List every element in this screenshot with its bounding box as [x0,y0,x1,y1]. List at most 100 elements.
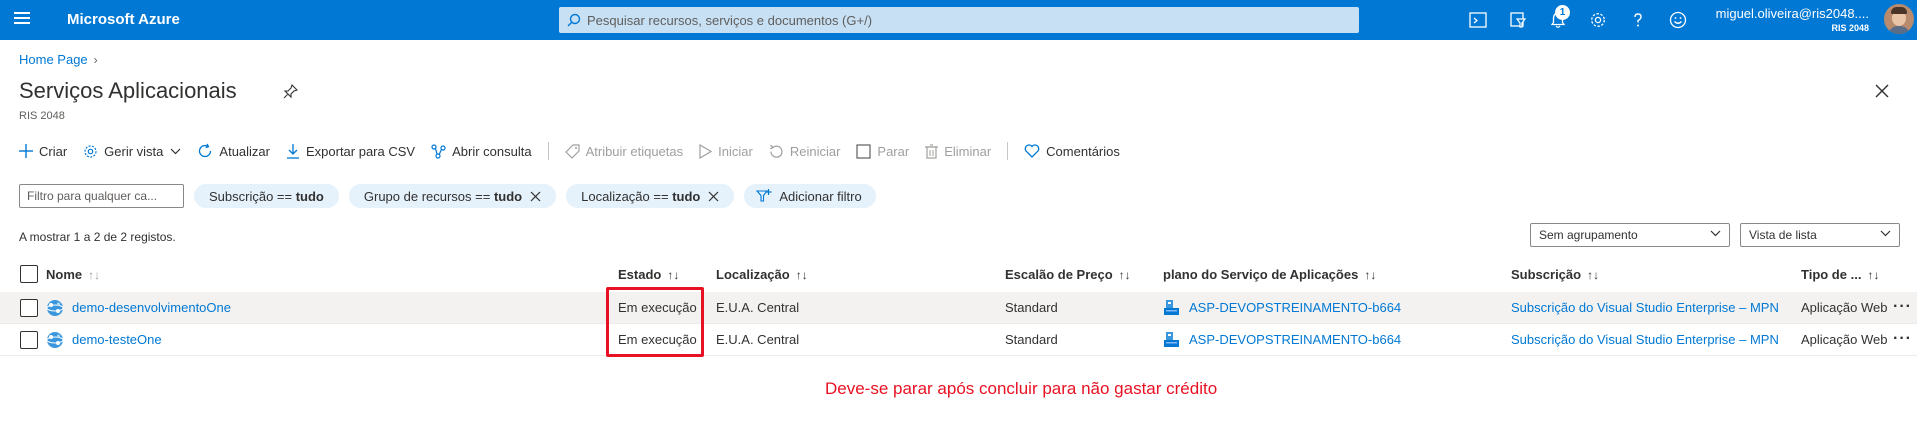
add-filter-button[interactable]: Adicionar filtro [744,184,876,208]
refresh-button[interactable]: Atualizar [197,143,270,159]
restart-button[interactable]: Reiniciar [769,144,840,159]
feedback-label: Comentários [1046,143,1120,159]
app-service-icon [46,300,64,316]
resource-group-filter-pill[interactable]: Grupo de recursos == tudo [348,184,557,208]
restart-icon [769,144,783,158]
stop-icon [856,143,872,159]
app-service-icon [46,332,64,348]
subscription-filter-label: Subscrição == [209,188,296,204]
feedback-button[interactable]: Comentários [1024,144,1120,159]
filter-bar: Subscrição == tudo Grupo de recursos == … [19,184,886,208]
remove-filter-icon[interactable] [708,191,719,202]
sort-icon: ↑↓ [1587,268,1600,282]
row-pricing-tier: Standard [1005,300,1058,315]
help-icon[interactable] [1628,10,1648,30]
row-name-link[interactable]: demo-testeOne [72,332,162,347]
more-options-icon[interactable]: ··· [1893,330,1912,348]
remove-filter-icon[interactable] [530,191,541,202]
refresh-label: Atualizar [219,143,270,159]
subscription-filter-pill[interactable]: Subscrição == tudo [194,184,339,208]
record-count: A mostrar 1 a 2 de 2 registos. [19,230,176,244]
delete-button[interactable]: Eliminar [925,144,991,159]
filter-input[interactable] [19,184,184,208]
chevron-down-icon [1880,230,1891,237]
status-highlight-box [606,287,704,357]
row-subscription-link[interactable]: Subscrição do Visual Studio Enterprise –… [1511,332,1779,347]
hamburger-menu-icon[interactable] [14,12,30,28]
table-row[interactable]: demo-testeOne Em execução E.U.A. Central… [0,324,1917,356]
view-mode-value: Vista de lista [1749,228,1817,242]
row-name-link[interactable]: demo-desenvolvimentoOne [72,300,231,315]
grouping-select[interactable]: Sem agrupamento [1530,223,1730,247]
global-search-input[interactable] [587,7,1347,33]
row-type: Aplicação Web [1801,300,1888,315]
account-user: miguel.oliveira@ris2048.... [1715,6,1869,21]
brand-title[interactable]: Microsoft Azure [67,11,180,28]
plus-icon [19,144,33,158]
add-filter-icon [756,189,772,202]
column-header-status[interactable]: Estado ↑↓ [618,267,679,282]
pin-icon[interactable] [283,84,298,99]
breadcrumb: Home Page › [19,52,98,67]
column-header-app-service-plan[interactable]: plano do Serviço de Aplicações ↑↓ [1163,267,1376,282]
feedback-smiley-icon[interactable] [1668,10,1688,30]
export-csv-button[interactable]: Exportar para CSV [286,143,415,159]
stop-label: Parar [877,143,910,159]
app-service-plan-icon [1164,300,1179,315]
directory-filter-icon[interactable] [1508,10,1528,30]
trash-icon [925,143,939,159]
manage-view-button[interactable]: Gerir vista [83,144,181,159]
column-header-location[interactable]: Localização ↑↓ [716,267,808,282]
create-button[interactable]: Criar [19,144,67,159]
delete-label: Eliminar [944,143,992,159]
row-checkbox[interactable] [20,331,38,349]
open-query-button[interactable]: Abrir consulta [431,143,532,159]
location-filter-pill[interactable]: Localização == tudo [566,184,735,208]
sort-icon: ↑↓ [88,268,101,282]
search-icon [567,13,581,27]
global-search[interactable] [559,7,1359,33]
assign-tags-label: Atribuir etiquetas [585,143,684,159]
open-query-label: Abrir consulta [452,143,532,159]
tag-icon [564,143,580,159]
table-row[interactable]: demo-desenvolvimentoOne Em execução E.U.… [0,292,1917,324]
page-title: Serviços Aplicacionais [19,78,237,103]
row-checkbox[interactable] [20,299,38,317]
command-divider [547,142,549,160]
close-icon[interactable] [1875,84,1889,98]
cloud-shell-icon[interactable] [1468,10,1488,30]
row-app-service-plan-link[interactable]: ASP-DEVOPSTREINAMENTO-b664 [1189,300,1401,315]
command-bar: Criar Gerir vista Atualizar Exportar par… [19,140,1136,162]
start-button[interactable]: Iniciar [699,143,753,159]
row-app-service-plan-link[interactable]: ASP-DEVOPSTREINAMENTO-b664 [1189,332,1401,347]
query-icon [431,143,446,159]
annotation-note: Deve-se parar após concluir para não gas… [825,379,1218,398]
top-bar: Microsoft Azure 1 miguel.oliveira@ris204… [0,0,1917,40]
column-header-name[interactable]: Nome ↑↓ [46,267,100,282]
column-header-pricing-tier[interactable]: Escalão de Preço ↑↓ [1005,267,1131,282]
resource-group-filter-label: Grupo de recursos == [363,188,494,204]
row-pricing-tier: Standard [1005,332,1058,347]
chevron-down-icon [1710,230,1721,237]
assign-tags-button[interactable]: Atribuir etiquetas [564,143,684,159]
sort-icon: ↑↓ [1867,268,1880,282]
chevron-down-icon [170,148,181,154]
more-options-icon[interactable]: ··· [1893,298,1912,316]
sort-icon: ↑↓ [795,268,808,282]
avatar[interactable] [1884,4,1914,34]
breadcrumb-home-link[interactable]: Home Page [19,52,88,67]
account-menu[interactable]: miguel.oliveira@ris2048.... RIS 2048 [1716,6,1869,33]
manage-view-label: Gerir vista [104,143,164,159]
create-label: Criar [39,143,68,159]
start-label: Iniciar [718,143,753,159]
page-subtitle: RIS 2048 [19,110,65,122]
sort-icon: ↑↓ [1364,268,1377,282]
select-all-checkbox[interactable] [20,265,38,283]
view-mode-select[interactable]: Vista de lista [1740,223,1900,247]
column-header-subscription[interactable]: Subscrição ↑↓ [1511,267,1599,282]
command-divider [1007,142,1009,160]
row-subscription-link[interactable]: Subscrição do Visual Studio Enterprise –… [1511,300,1779,315]
stop-button[interactable]: Parar [856,144,909,159]
settings-icon[interactable] [1588,10,1608,30]
column-header-type[interactable]: Tipo de ... ↑↓ [1801,267,1879,282]
